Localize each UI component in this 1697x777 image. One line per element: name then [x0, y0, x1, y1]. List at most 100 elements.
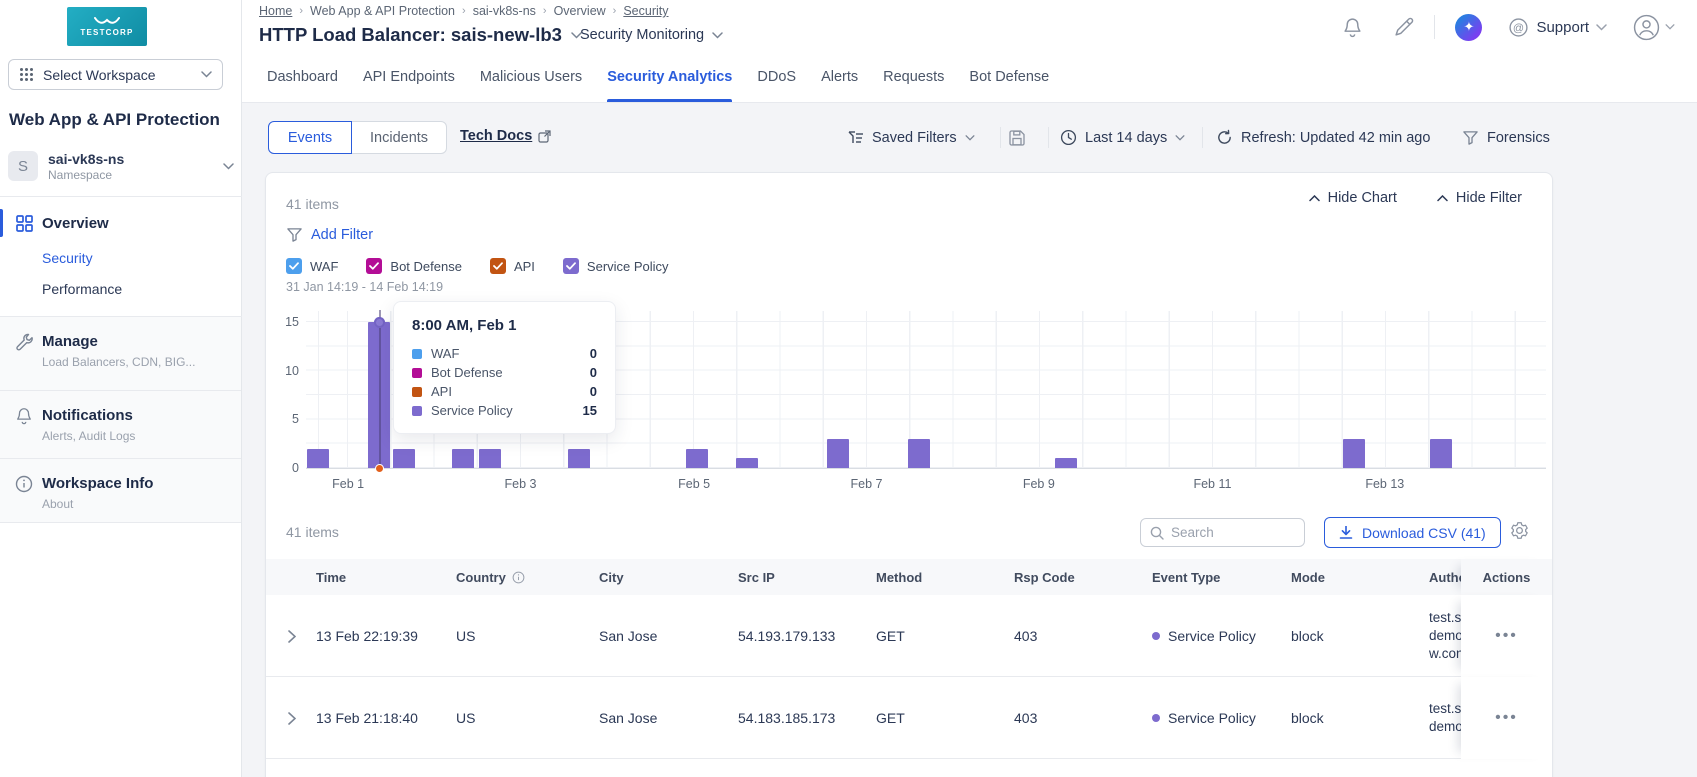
saved-filters-dropdown[interactable]: Saved Filters	[848, 121, 975, 154]
chart-bar[interactable]	[736, 458, 758, 468]
chart-bar[interactable]	[827, 439, 849, 468]
sidebar-item-workspace-info[interactable]: Workspace Info About	[0, 459, 241, 523]
hide-filter-button[interactable]: Hide Filter	[1437, 190, 1522, 206]
support-at-icon: @	[1509, 17, 1529, 37]
chart-bar[interactable]	[908, 439, 930, 468]
chart-items-count: 41 items	[286, 196, 339, 212]
refresh-button[interactable]: Refresh: Updated 42 min ago	[1216, 121, 1430, 154]
chart-bar[interactable]	[452, 449, 474, 468]
wrench-icon	[16, 333, 33, 351]
column-header-method[interactable]: Method	[876, 559, 1012, 595]
tab-alerts[interactable]: Alerts	[821, 52, 858, 102]
ellipsis-menu-icon[interactable]: •••	[1495, 709, 1518, 727]
sidebar-item-performance[interactable]: Performance	[42, 281, 122, 297]
notifications-bell-icon[interactable]	[1342, 17, 1363, 38]
time-range-dropdown[interactable]: Last 14 days	[1060, 121, 1185, 154]
chart-tooltip: 8:00 AM, Feb 1 WAF 0 Bot Defense 0 API 0 Servi…	[393, 301, 616, 434]
authority-line: demo	[1429, 719, 1461, 734]
user-menu[interactable]	[1633, 14, 1675, 41]
column-header-event-type[interactable]: Event Type	[1152, 559, 1289, 595]
sidebar-item-manage[interactable]: Manage Load Balancers, CDN, BIG...	[0, 317, 241, 391]
sidebar-item-security[interactable]: Security	[42, 250, 93, 266]
column-header-label: Country	[456, 569, 506, 585]
tab-bot-defense[interactable]: Bot Defense	[969, 52, 1049, 102]
table-row[interactable]: 13 Feb 21:18:40 US San Jose 54.183.185.173 G…	[266, 677, 1552, 759]
sidebar-item-overview-label: Overview	[42, 214, 109, 232]
table-row[interactable]: 13 Feb 22:19:39 US San Jose 54.193.179.133 G…	[266, 595, 1552, 677]
chart-bar[interactable]	[479, 449, 501, 468]
breadcrumb-item[interactable]: Security	[623, 4, 668, 18]
ai-assistant-icon[interactable]: ✦	[1455, 13, 1483, 41]
tooltip-series-swatch	[412, 348, 422, 359]
chart-bar[interactable]	[1430, 439, 1452, 468]
ellipsis-menu-icon[interactable]: •••	[1495, 627, 1518, 645]
series-filter-label: API	[513, 258, 535, 274]
tab-dashboard[interactable]: Dashboard	[267, 52, 338, 102]
forensics-button[interactable]: Forensics	[1462, 121, 1550, 154]
tech-docs-link[interactable]: Tech Docs	[460, 128, 551, 144]
chart-bar[interactable]	[568, 449, 590, 468]
tab-malicious-users[interactable]: Malicious Users	[480, 52, 582, 102]
chart-bar[interactable]	[393, 449, 415, 468]
checkbox-checked-icon	[366, 258, 383, 274]
sidebar: TESTCORP Select Workspace Web App & API …	[0, 0, 242, 777]
sidebar-item-manage-label: Manage	[42, 333, 98, 350]
add-filter-button[interactable]: Add Filter	[286, 227, 373, 243]
workspace-selector[interactable]: Select Workspace	[8, 59, 223, 90]
toggle-events-button[interactable]: Events	[268, 121, 352, 154]
tooltip-series-label: API	[431, 384, 452, 399]
view-selector[interactable]: Security Monitoring	[580, 27, 723, 43]
authority-line: demo	[1429, 628, 1461, 643]
table-settings-gear-icon[interactable]	[1510, 521, 1529, 540]
breadcrumb-item[interactable]: Overview	[554, 4, 606, 18]
series-filter-api[interactable]: API	[489, 258, 535, 274]
column-header-country[interactable]: Country	[456, 559, 597, 595]
tabs-bar: Dashboard API Endpoints Malicious Users Sec…	[242, 52, 1697, 103]
toggle-incidents-button[interactable]: Incidents	[352, 121, 448, 154]
expand-row-icon[interactable]	[288, 677, 312, 759]
api-zero-point-marker	[374, 464, 384, 473]
row-actions-menu[interactable]: •••	[1461, 677, 1552, 759]
column-header-src-ip[interactable]: Src IP	[738, 559, 874, 595]
series-filter-bot-defense[interactable]: Bot Defense	[366, 258, 462, 274]
security-events-panel: 41 items Hide Chart Hide Filter Add Filt…	[265, 172, 1553, 777]
breadcrumb-item[interactable]: Home	[259, 4, 292, 18]
column-header-mode[interactable]: Mode	[1291, 559, 1427, 595]
column-header-time[interactable]: Time	[316, 559, 454, 595]
column-header-label: Method	[876, 569, 923, 585]
search-input[interactable]	[1171, 525, 1281, 540]
breadcrumb-item[interactable]: sai-vk8s-ns	[473, 4, 536, 18]
row-actions-menu[interactable]: •••	[1461, 595, 1552, 677]
cell-time: 13 Feb 22:19:39	[316, 628, 418, 644]
series-filter-service-policy[interactable]: Service Policy	[562, 258, 669, 274]
column-header-rsp-code[interactable]: Rsp Code	[1014, 559, 1150, 595]
sidebar-item-notifications[interactable]: Notifications Alerts, Audit Logs	[0, 391, 241, 459]
namespace-selector[interactable]: S sai-vk8s-ns Namespace	[8, 147, 234, 185]
tab-api-endpoints[interactable]: API Endpoints	[363, 52, 455, 102]
chart-bar[interactable]	[1055, 458, 1077, 468]
hide-chart-button[interactable]: Hide Chart	[1308, 190, 1397, 206]
chart-bar[interactable]	[686, 449, 708, 468]
column-header-city[interactable]: City	[599, 559, 736, 595]
tab-requests[interactable]: Requests	[883, 52, 944, 102]
column-header-actions[interactable]: Actions	[1461, 559, 1552, 595]
tab-security-analytics[interactable]: Security Analytics	[607, 52, 733, 102]
expand-row-icon[interactable]	[288, 595, 312, 677]
chart-bar[interactable]	[307, 449, 329, 468]
column-header-label: Actions	[1482, 569, 1531, 585]
column-header-label: Autho	[1429, 569, 1461, 585]
support-menu[interactable]: @ Support	[1508, 17, 1607, 38]
download-csv-button[interactable]: Download CSV (41)	[1324, 517, 1501, 548]
tab-ddos[interactable]: DDoS	[757, 52, 796, 102]
overview-grid-icon	[16, 214, 33, 232]
series-filter-waf[interactable]: WAF	[286, 258, 338, 274]
breadcrumb-item[interactable]: Web App & API Protection	[310, 4, 455, 18]
breadcrumb-separator-icon: ›	[542, 5, 547, 17]
namespace-type: Namespace	[48, 167, 113, 182]
sidebar-item-overview[interactable]: Overview	[0, 208, 242, 238]
breadcrumb-separator-icon: ›	[462, 5, 466, 17]
theme-pen-icon[interactable]	[1393, 17, 1414, 38]
chevron-down-icon	[201, 71, 212, 78]
column-header-autho[interactable]: Autho	[1429, 559, 1461, 595]
chart-bar[interactable]	[1343, 439, 1365, 468]
